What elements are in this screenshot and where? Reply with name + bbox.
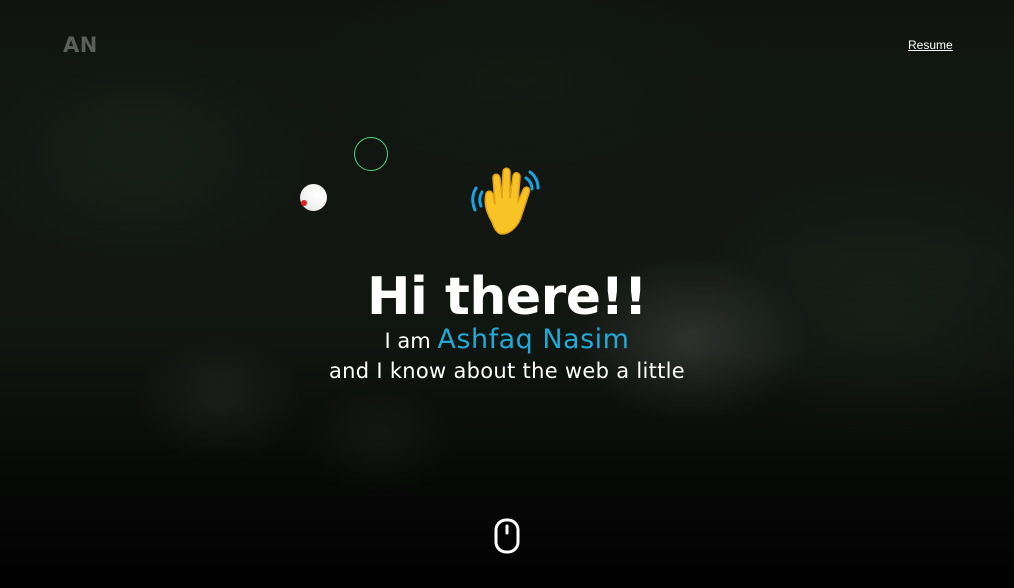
page-title: Hi there!!: [367, 267, 647, 327]
green-ring-icon: [354, 137, 388, 171]
mouse-scroll-icon[interactable]: [494, 518, 520, 554]
author-name: Ashfaq Nasim: [437, 324, 630, 355]
waving-hand-icon: [471, 167, 540, 235]
resume-link[interactable]: Resume: [908, 38, 953, 52]
hero-section: AN Resume Hi there!! I am Ashfaq Nasim a…: [0, 0, 1014, 588]
intro-line: I am Ashfaq Nasim: [0, 322, 1014, 359]
intro-prefix: I am: [384, 329, 431, 353]
tagline: and I know about the web a little: [328, 359, 686, 383]
red-dot: [301, 200, 307, 206]
site-logo[interactable]: AN: [63, 33, 98, 57]
white-ball-icon: [300, 184, 327, 211]
